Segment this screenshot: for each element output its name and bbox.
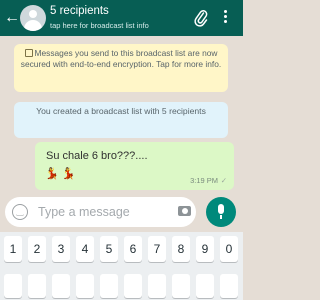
avatar-head	[29, 10, 37, 18]
key-8[interactable]: 8	[172, 236, 190, 262]
arrow-left-icon[interactable]: ←	[4, 9, 20, 27]
keyboard-letter-key[interactable]	[220, 274, 238, 298]
key-7[interactable]: 7	[148, 236, 166, 262]
broadcast-created-notice: You created a broadcast list with 5 reci…	[14, 102, 228, 138]
group-avatar-icon[interactable]	[20, 5, 46, 31]
key-4[interactable]: 4	[76, 236, 94, 262]
outgoing-message-bubble[interactable]: Su chale 6 bro???.... 💃 💃 3:19 PM ✓	[35, 142, 234, 190]
chat-subtitle[interactable]: tap here for broadcast list info	[50, 21, 149, 30]
message-composer: ‿ Type a message	[5, 197, 196, 227]
keyboard-letter-key[interactable]	[52, 274, 70, 298]
lock-icon	[24, 49, 33, 57]
message-input[interactable]: Type a message	[38, 205, 130, 219]
message-emoji: 💃 💃	[45, 168, 76, 180]
keyboard-letter-key[interactable]	[28, 274, 46, 298]
key-0[interactable]: 0	[220, 236, 238, 262]
more-vertical-icon[interactable]	[222, 10, 228, 26]
smiley-icon[interactable]: ‿	[12, 204, 28, 220]
broadcast-created-text: You created a broadcast list with 5 reci…	[36, 106, 206, 116]
message-status-icon: ✓	[220, 176, 227, 185]
chat-title[interactable]: 5 recipients	[50, 5, 109, 17]
key-2[interactable]: 2	[28, 236, 46, 262]
mic-stem	[220, 215, 222, 219]
paperclip-icon[interactable]	[194, 9, 208, 27]
key-9[interactable]: 9	[196, 236, 214, 262]
key-6[interactable]: 6	[124, 236, 142, 262]
whatsapp-chat-screen: ← 5 recipients tap here for broadcast li…	[0, 0, 243, 300]
keyboard-letter-key[interactable]	[76, 274, 94, 298]
keyboard-letter-key[interactable]	[196, 274, 214, 298]
chat-header: ← 5 recipients tap here for broadcast li…	[0, 0, 243, 36]
key-1[interactable]: 1	[4, 236, 22, 262]
message-text: Su chale 6 bro???....	[46, 150, 148, 162]
keyboard-letter-key[interactable]	[4, 274, 22, 298]
keyboard-letter-key[interactable]	[124, 274, 142, 298]
mic-capsule	[218, 204, 224, 214]
encryption-notice-text: Messages you send to this broadcast list…	[20, 48, 222, 69]
keyboard-letter-key[interactable]	[172, 274, 190, 298]
key-5[interactable]: 5	[100, 236, 118, 262]
encryption-notice[interactable]: Messages you send to this broadcast list…	[14, 44, 228, 92]
avatar-body	[24, 20, 42, 31]
message-time: 3:19 PM	[190, 176, 218, 185]
keyboard-letter-key[interactable]	[148, 274, 166, 298]
microphone-icon[interactable]	[206, 197, 236, 227]
camera-icon[interactable]	[178, 206, 191, 216]
keyboard-letter-key[interactable]	[100, 274, 118, 298]
key-3[interactable]: 3	[52, 236, 70, 262]
